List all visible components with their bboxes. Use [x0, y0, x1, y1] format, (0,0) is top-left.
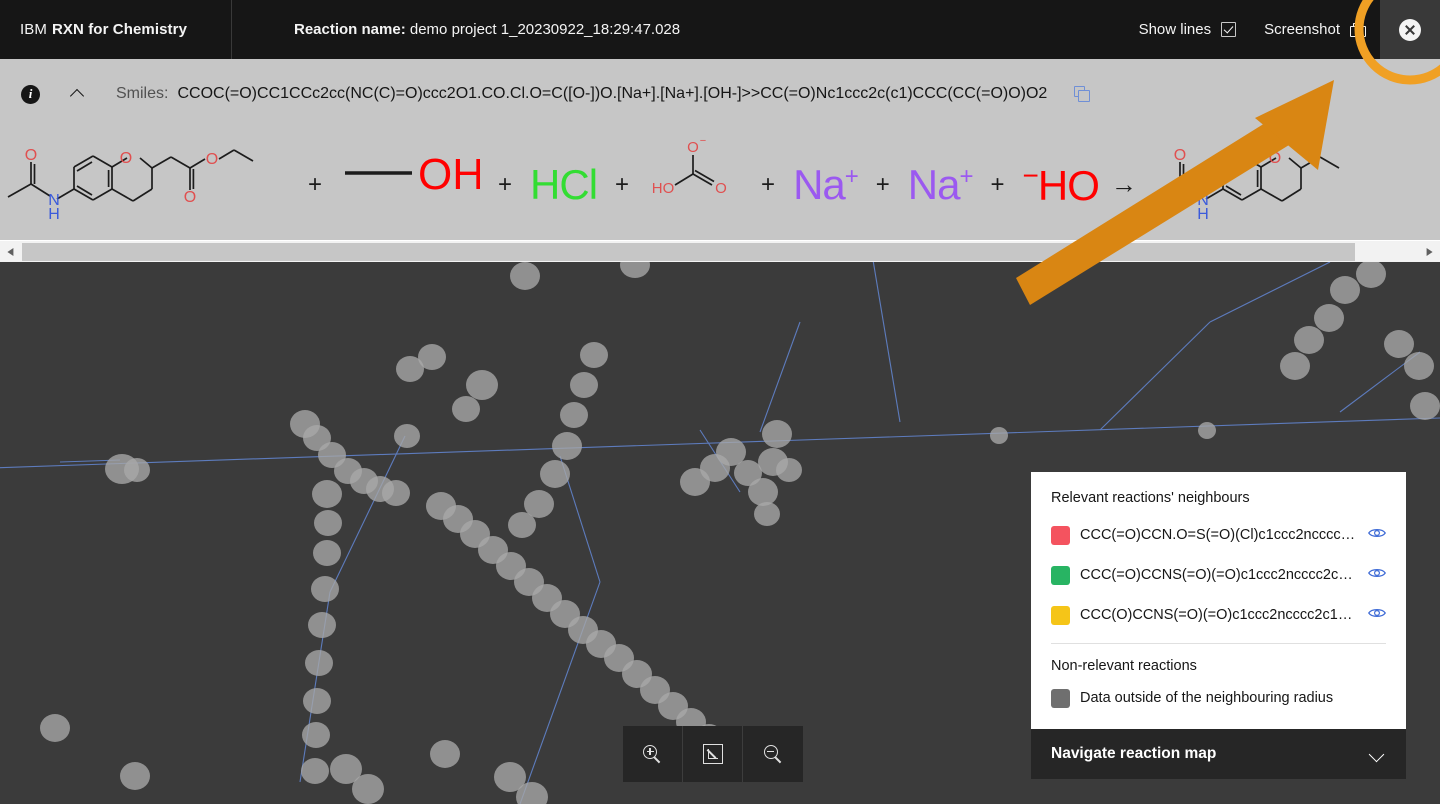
scroll-right-arrow[interactable]: [1418, 241, 1440, 262]
smiles-label: Smiles:: [116, 85, 169, 102]
scheme-horizontal-scrollbar[interactable]: [0, 240, 1440, 262]
map-legend-panel: Relevant reactions' neighbours CCC(=O)CC…: [1031, 472, 1406, 729]
svg-text:O: O: [715, 180, 727, 197]
legend-label-3: CCC(O)CCNS(=O)(=O)c1ccc2ncccc2c1>…: [1080, 607, 1358, 623]
smiles-bar: i Smiles: CCOC(=O)CC1CCc2cc(NC(C)=O)ccc2…: [0, 59, 1440, 129]
screenshot-button[interactable]: Screenshot: [1250, 0, 1380, 59]
molecule-carbonic-acid: O − HO O: [647, 129, 743, 240]
legend-swatch-nonrelevant: [1051, 688, 1070, 708]
svg-text:H: H: [48, 206, 60, 223]
info-icon[interactable]: i: [21, 84, 40, 104]
brand-ibm: IBM: [20, 21, 47, 38]
rxn-reaction-map-page: IBM RXN for Chemistry Reaction name: dem…: [0, 0, 1440, 804]
molecule-ethyl-acetamido-chroman-acetate: O O O O N H: [0, 129, 290, 240]
na-label-2: Na: [907, 160, 961, 208]
scrollbar-thumb[interactable]: [22, 243, 1355, 261]
brand-logo[interactable]: IBM RXN for Chemistry: [0, 0, 232, 59]
close-button[interactable]: [1380, 0, 1440, 59]
reaction-name-value: demo project 1_20230922_18:29:47.028: [409, 21, 681, 38]
zoom-in-icon: [643, 744, 662, 764]
molecule-hydroxide-anion: −HO: [1022, 159, 1100, 210]
svg-text:O: O: [1269, 150, 1281, 167]
legend-relevant-title: Relevant reactions' neighbours: [1051, 490, 1250, 506]
reaction-scheme-row: O O O O N H + OH + HCl + O − HO O + Na+ …: [0, 129, 1379, 240]
scheme-plus-5: +: [875, 170, 890, 198]
reaction-name-label: Reaction name:: [294, 21, 406, 38]
scheme-plus-6: +: [990, 170, 1005, 198]
reaction-scheme: O O O O N H + OH + HCl + O − HO O + Na+ …: [0, 129, 1440, 240]
screenshot-label: Screenshot: [1264, 21, 1340, 38]
smiles-value: CCOC(=O)CC1CCc2cc(NC(C)=O)ccc2O1.CO.Cl.O…: [177, 85, 1048, 102]
scheme-plus-1: +: [308, 170, 323, 198]
hcl-label: HCl: [530, 160, 598, 208]
brand-product: RXN for Chemistry: [51, 21, 188, 38]
legend-entry-2[interactable]: CCC(=O)CCNS(=O)(=O)c1ccc2ncccc2c1…: [1051, 555, 1386, 595]
reaction-arrow: →: [1110, 169, 1137, 199]
na-label-1: Na: [793, 160, 846, 208]
svg-text:O: O: [120, 150, 132, 167]
navigate-reaction-map-accordion[interactable]: Navigate reaction map: [1031, 729, 1406, 779]
show-lines-label: Show lines: [1138, 21, 1212, 38]
legend-swatch-1: [1051, 525, 1070, 545]
svg-text:H: H: [1197, 206, 1209, 223]
fit-to-screen-button[interactable]: [683, 726, 743, 782]
navigate-reaction-map-label: Navigate reaction map: [1051, 745, 1217, 762]
scrollbar-track[interactable]: [22, 241, 1418, 262]
svg-text:O: O: [1174, 147, 1186, 164]
molecule-sodium-cation-1: Na+: [793, 160, 859, 209]
checkbox-checked-icon[interactable]: [1221, 22, 1237, 37]
legend-swatch-3: [1051, 605, 1070, 625]
legend-divider: [1051, 643, 1386, 644]
legend-label-1: CCC(=O)CCN.O=S(=O)(Cl)c1ccc2ncccc2…: [1080, 527, 1358, 543]
na-charge-1: +: [844, 162, 859, 190]
svg-text:O: O: [25, 147, 37, 164]
camera-icon: [1350, 22, 1366, 37]
molecule-sodium-cation-2: Na+: [907, 160, 974, 209]
scheme-plus-4: +: [761, 170, 776, 198]
zoom-out-button[interactable]: [743, 726, 803, 782]
svg-text:HO: HO: [652, 180, 675, 197]
na-charge-2: +: [959, 162, 974, 190]
show-lines-toggle[interactable]: Show lines: [1125, 0, 1251, 59]
svg-text:O: O: [206, 151, 218, 168]
eye-icon[interactable]: [1368, 526, 1386, 544]
app-header: IBM RXN for Chemistry Reaction name: dem…: [0, 0, 1440, 59]
legend-entry-nonrelevant: Data outside of the neighbouring radius: [1051, 683, 1386, 713]
fit-screen-icon: [702, 744, 723, 764]
hydroxide-charge: −: [1022, 159, 1039, 191]
svg-text:O: O: [687, 139, 699, 156]
legend-label-2: CCC(=O)CCNS(=O)(=O)c1ccc2ncccc2c1…: [1080, 567, 1358, 583]
scroll-left-arrow[interactable]: [0, 241, 22, 262]
zoom-out-icon: [763, 744, 783, 764]
legend-entry-3[interactable]: CCC(O)CCNS(=O)(=O)c1ccc2ncccc2c1>…: [1051, 595, 1386, 635]
reaction-name: Reaction name: demo project 1_20230922_1…: [294, 21, 680, 38]
copy-icon[interactable]: [1074, 85, 1091, 103]
legend-nonrelevant-title: Non-relevant reactions: [1051, 658, 1197, 674]
svg-text:OH: OH: [418, 150, 480, 199]
svg-text:O: O: [184, 189, 196, 206]
hydroxide-label: HO: [1037, 161, 1100, 209]
scheme-plus-2: +: [498, 170, 513, 198]
legend-swatch-2: [1051, 565, 1070, 585]
legend-entry-1[interactable]: CCC(=O)CCN.O=S(=O)(Cl)c1ccc2ncccc2…: [1051, 515, 1386, 555]
eye-icon[interactable]: [1368, 606, 1386, 624]
chevron-down-icon[interactable]: [1368, 745, 1386, 763]
chevron-up-icon[interactable]: [70, 86, 86, 102]
close-circle-icon: [1399, 18, 1421, 41]
header-actions: Show lines Screenshot: [1125, 0, 1440, 59]
molecule-hydrogen-chloride: HCl: [530, 160, 598, 209]
legend-label-nonrelevant: Data outside of the neighbouring radius: [1080, 690, 1334, 706]
scheme-plus-3: +: [615, 170, 630, 198]
eye-icon[interactable]: [1368, 566, 1386, 584]
svg-text:−: −: [700, 135, 706, 147]
molecule-product: O O N H: [1149, 129, 1379, 240]
molecule-methanol: OH: [340, 129, 484, 240]
map-zoom-toolbar: [623, 726, 803, 782]
zoom-in-button[interactable]: [623, 726, 683, 782]
